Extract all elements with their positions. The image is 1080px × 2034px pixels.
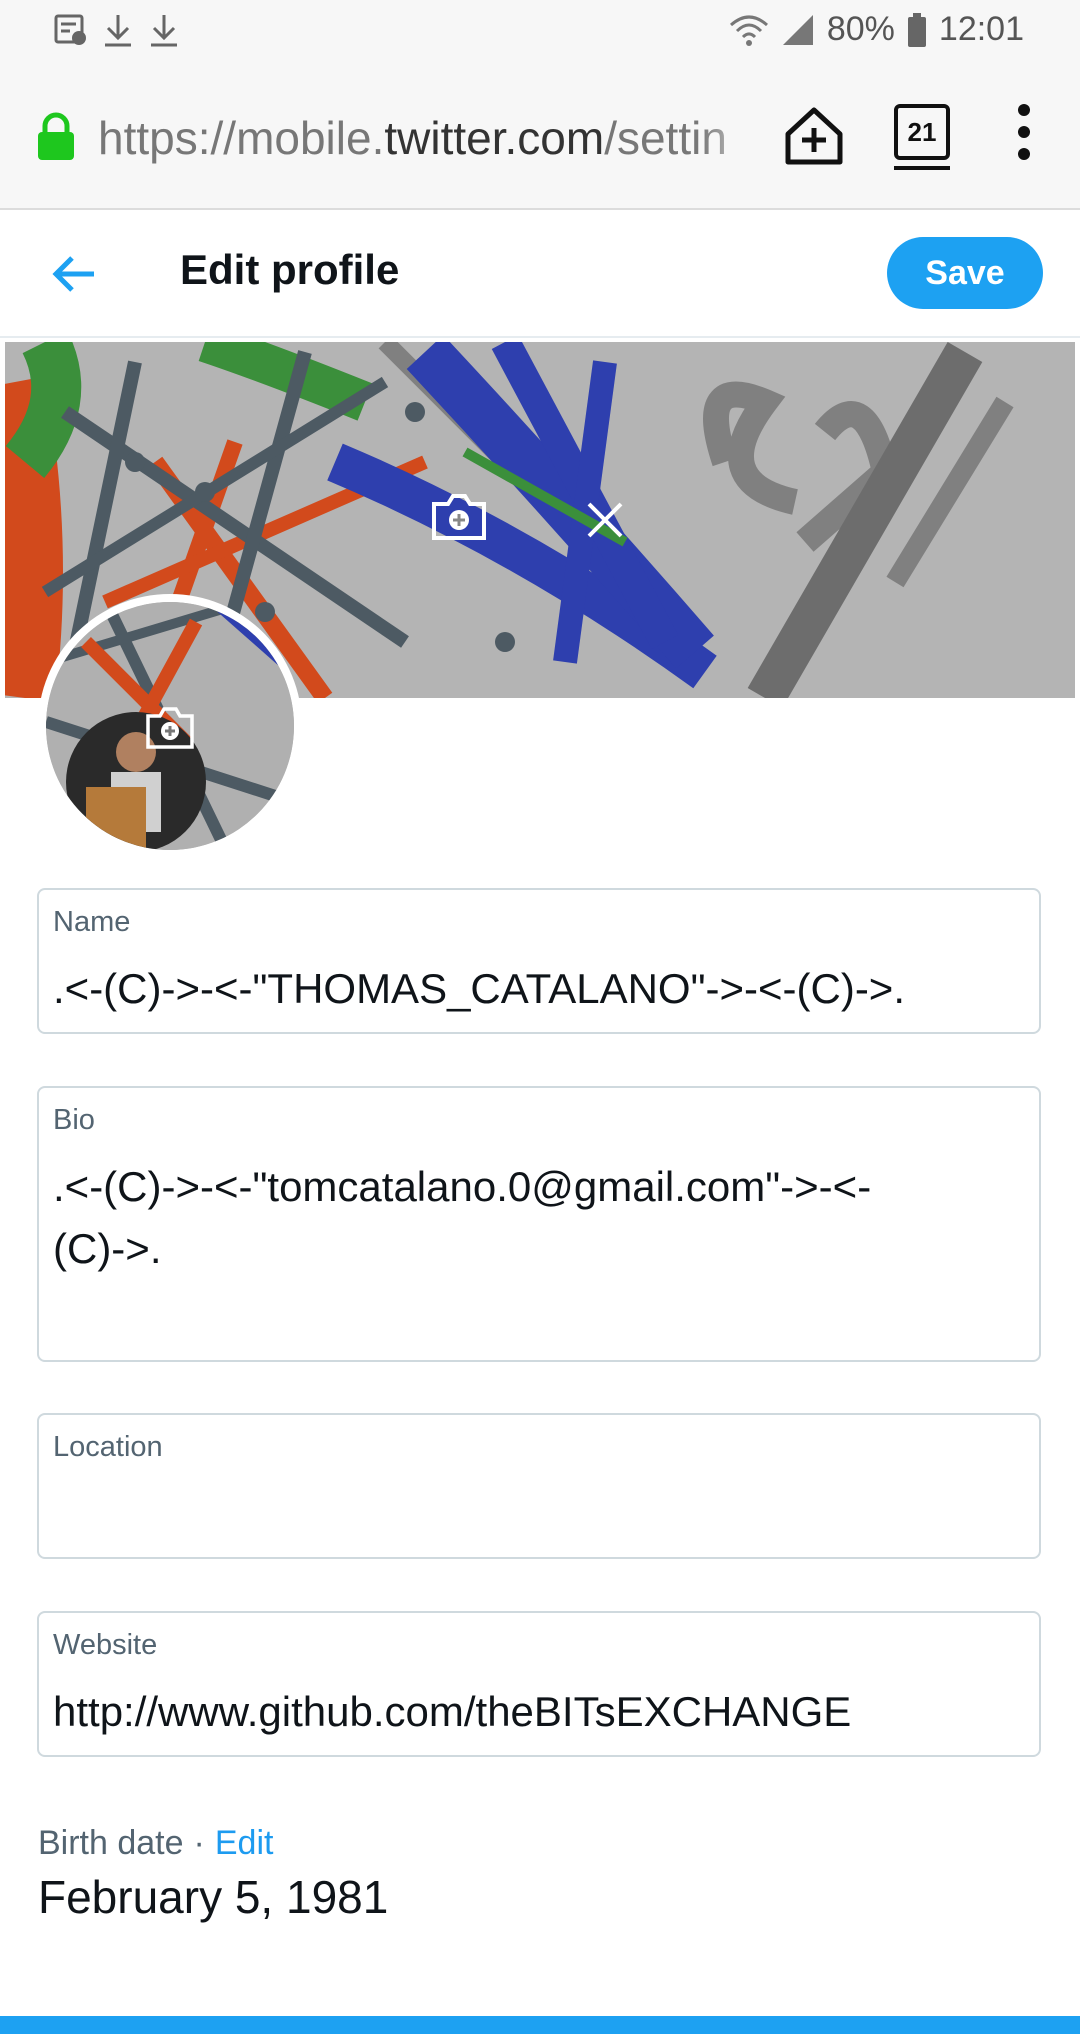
url-host: twitter.com <box>384 112 605 164</box>
birth-date-header: Birth date · Edit <box>38 1824 273 1863</box>
clock: 12:01 <box>938 10 1024 48</box>
save-button[interactable]: Save <box>887 237 1043 309</box>
wifi-icon <box>729 15 768 46</box>
name-field[interactable]: Name .<-(C)->-<-"THOMAS_CATALANO"->-<-(C… <box>37 888 1041 1034</box>
birth-date-edit-link[interactable]: Edit <box>215 1824 274 1862</box>
website-input[interactable]: http://www.github.com/theBITsEXCHANGE <box>53 1681 1025 1743</box>
status-bar-left <box>54 12 180 48</box>
website-field[interactable]: Website http://www.github.com/theBITsEXC… <box>37 1611 1041 1757</box>
camera-add-icon[interactable] <box>430 492 488 542</box>
location-label: Location <box>53 1431 163 1463</box>
separator: · <box>193 1824 205 1862</box>
bio-input[interactable]: .<-(C)->-<-"tomcatalano.0@gmail.com"->-<… <box>53 1156 933 1280</box>
url-fade <box>700 108 770 168</box>
birth-date-label: Birth date <box>38 1824 184 1862</box>
battery-icon <box>907 12 926 47</box>
edit-profile-header: Edit profile Save <box>0 210 1080 338</box>
tabs-icon[interactable]: 21 <box>894 104 950 170</box>
status-bar-right: 80% 12:01 <box>729 10 1024 49</box>
website-label: Website <box>53 1629 158 1661</box>
status-bar: 80% 12:01 <box>0 0 1080 66</box>
lock-icon <box>38 112 74 160</box>
bio-label: Bio <box>53 1104 95 1136</box>
name-input[interactable]: .<-(C)->-<-"THOMAS_CATALANO"->-<-(C)->. <box>53 958 1025 1020</box>
url-field[interactable]: https://mobile.twitter.com/settin <box>98 108 758 168</box>
notification-icon <box>54 14 86 45</box>
battery-percent: 80% <box>826 10 895 48</box>
back-arrow-icon[interactable] <box>50 250 98 298</box>
avatar[interactable] <box>38 594 302 858</box>
bottom-accent-bar <box>0 2016 1080 2034</box>
url-scheme: https://mobile. <box>98 112 385 164</box>
location-field[interactable]: Location <box>37 1413 1041 1559</box>
birth-date-value: February 5, 1981 <box>38 1871 389 1923</box>
close-icon[interactable] <box>585 500 625 540</box>
browser-toolbar: https://mobile.twitter.com/settin 21 <box>0 66 1080 210</box>
download-icon <box>151 15 177 47</box>
download-icon <box>105 15 131 47</box>
home-add-icon[interactable] <box>782 104 846 168</box>
bio-field[interactable]: Bio .<-(C)->-<-"tomcatalano.0@gmail.com"… <box>37 1086 1041 1362</box>
name-label: Name <box>53 906 131 938</box>
page-title: Edit profile <box>180 246 400 293</box>
camera-add-icon[interactable] <box>145 706 195 750</box>
overflow-menu-icon[interactable] <box>1014 104 1034 168</box>
signal-icon <box>782 14 813 45</box>
